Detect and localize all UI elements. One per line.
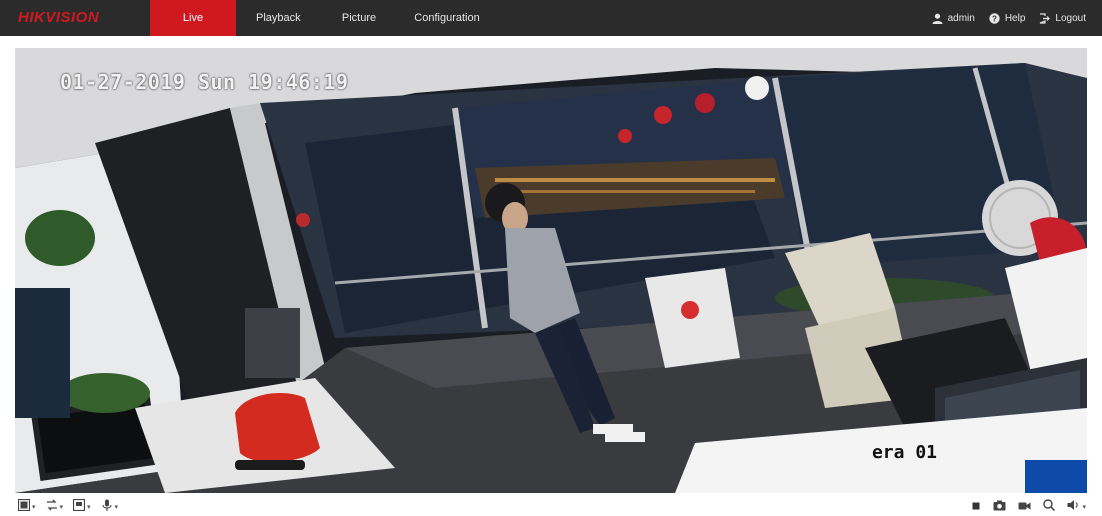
logout-icon	[1039, 12, 1051, 24]
help-icon: ?	[989, 12, 1000, 24]
live-video-window[interactable]: 01-27-2019 Sun 19:46:19 era 01	[15, 48, 1087, 493]
chevron-down-icon: ▾	[32, 504, 36, 511]
tab-live-view[interactable]: Live View	[150, 0, 236, 60]
logout-button[interactable]: Logout	[1039, 13, 1086, 24]
volume-button[interactable]: ▾	[1067, 498, 1086, 516]
window-layout-icon	[17, 498, 31, 516]
tab-configuration[interactable]: Configuration	[402, 0, 492, 36]
user-icon	[932, 13, 943, 24]
plugin-button[interactable]: ▾	[72, 498, 91, 516]
volume-icon	[1067, 498, 1080, 516]
microphone-icon	[101, 498, 113, 516]
chevron-down-icon: ▾	[1082, 504, 1086, 511]
capture-button[interactable]	[993, 498, 1006, 516]
chevron-down-icon: ▾	[59, 504, 64, 511]
osd-datetime: 01-27-2019 Sun 19:46:19	[60, 70, 349, 94]
stream-type-button[interactable]: ▾	[46, 498, 64, 516]
help-label: Help	[1004, 12, 1026, 24]
stream-type-icon	[46, 498, 58, 516]
main-nav: Live View Playback Picture Configuration	[150, 0, 492, 60]
tab-playback[interactable]: Playback	[236, 0, 316, 36]
user-button[interactable]: admin	[932, 13, 975, 24]
live-view-toolbar: ▾ ▾ ▾ ▾ ▾	[0, 496, 1102, 514]
digital-zoom-button[interactable]	[1043, 498, 1056, 516]
window-layout-button[interactable]: ▾	[17, 498, 36, 516]
chevron-down-icon: ▾	[87, 504, 91, 511]
stop-icon	[971, 498, 981, 516]
user-label: admin	[947, 12, 975, 24]
record-icon	[1018, 498, 1031, 516]
plugin-icon	[72, 498, 86, 516]
record-button[interactable]	[1018, 498, 1031, 516]
help-button[interactable]: ? Help	[989, 12, 1026, 24]
capture-icon	[993, 498, 1006, 516]
user-menu: admin ? Help Logout	[932, 0, 1086, 36]
camera-feed-image	[15, 48, 1087, 493]
top-navigation-bar: HIKVISION Live View Playback Picture Con…	[0, 0, 1102, 60]
chevron-down-icon: ▾	[114, 504, 119, 511]
logout-label: Logout	[1055, 12, 1086, 24]
tab-picture[interactable]: Picture	[316, 0, 402, 36]
brand-logo: HIKVISION	[18, 9, 100, 26]
zoom-icon	[1043, 498, 1056, 516]
stop-live-button[interactable]	[971, 498, 981, 516]
svg-text:?: ?	[992, 14, 997, 23]
microphone-button[interactable]: ▾	[101, 498, 119, 516]
osd-camera-name: era 01	[871, 442, 937, 463]
